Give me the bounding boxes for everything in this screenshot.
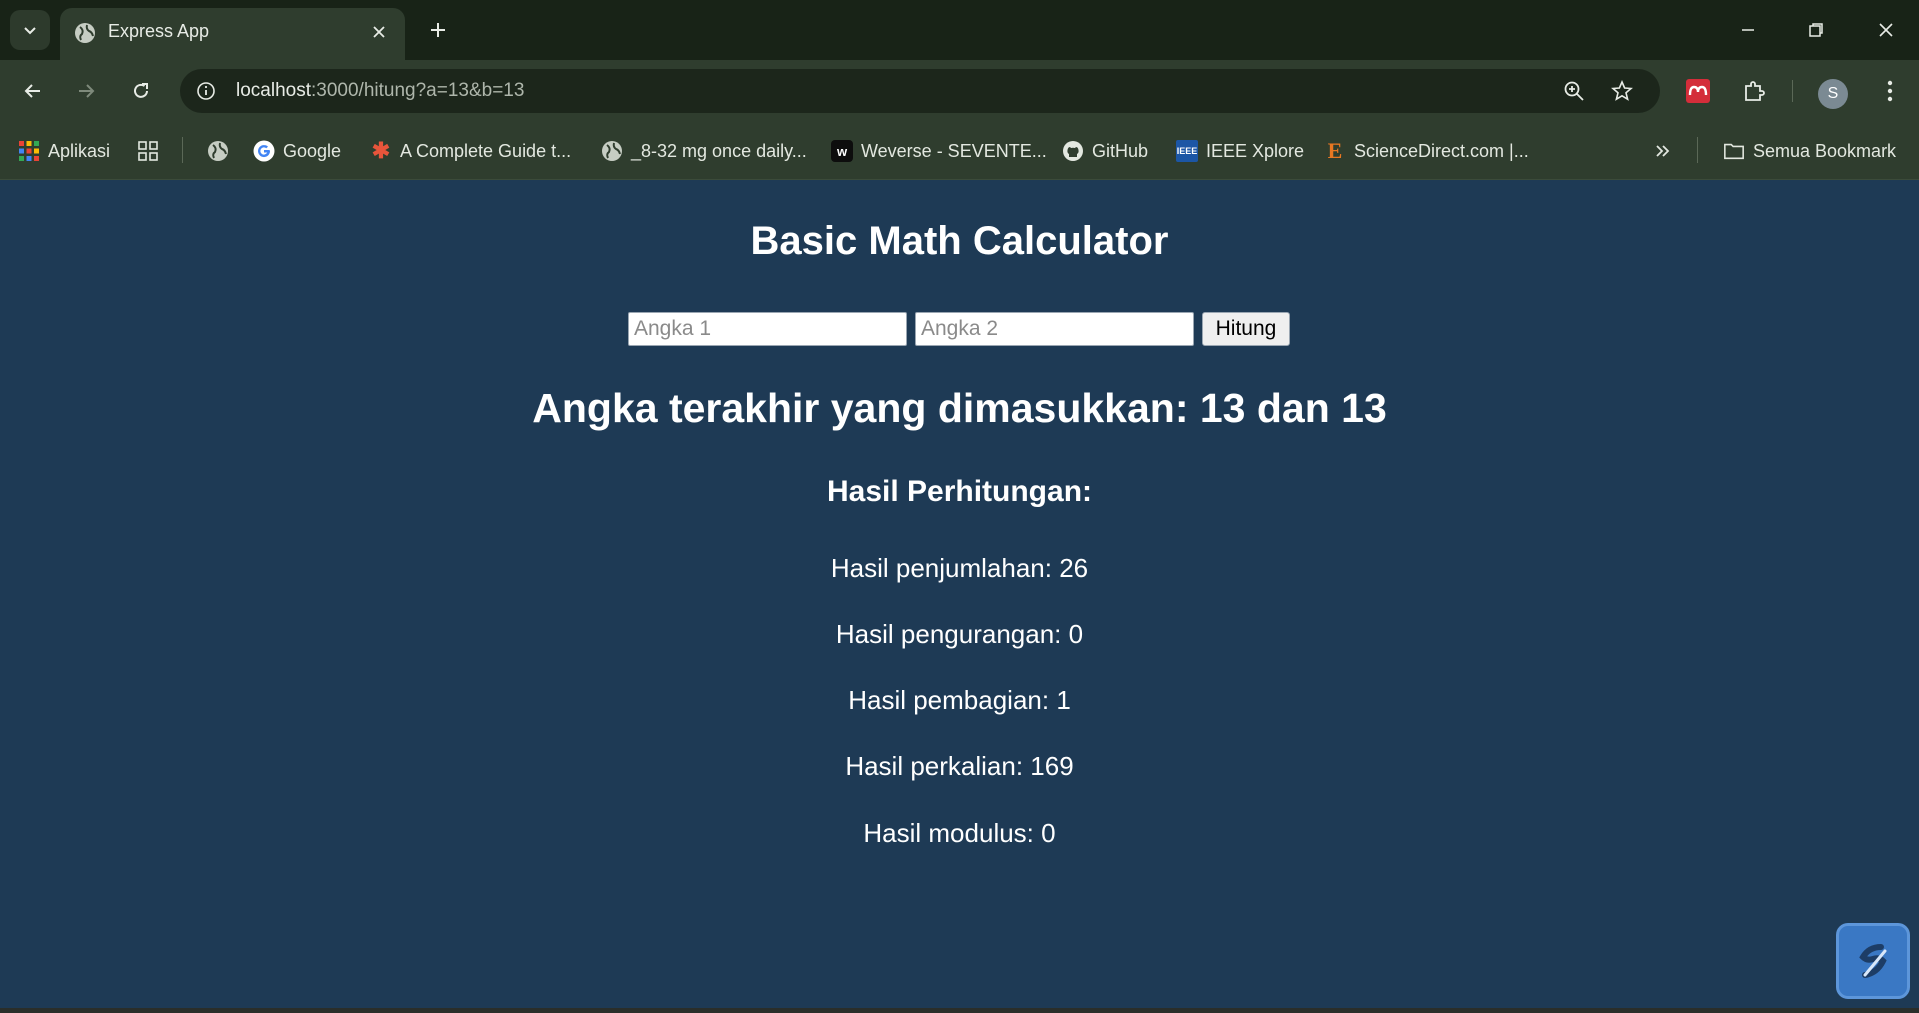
mendeley-icon bbox=[1686, 79, 1710, 103]
tab-search-button[interactable] bbox=[10, 10, 50, 50]
weverse-icon: w bbox=[831, 140, 853, 162]
sciencedirect-icon: E bbox=[1327, 138, 1343, 163]
globe-icon bbox=[207, 140, 229, 162]
tab-title: Express App bbox=[108, 21, 210, 41]
close-icon bbox=[373, 26, 385, 38]
info-icon bbox=[197, 82, 215, 100]
double-chevron-right-icon bbox=[1652, 140, 1674, 162]
tab-strip: Express App bbox=[0, 0, 1919, 60]
bookmark-divider bbox=[1697, 137, 1698, 163]
bookmark-label: A Complete Guide t... bbox=[400, 140, 572, 161]
more-bookmarks-button[interactable] bbox=[1652, 135, 1674, 167]
floating-app-button[interactable] bbox=[1836, 923, 1910, 999]
extensions-button[interactable] bbox=[1736, 73, 1772, 109]
folder-icon bbox=[1723, 140, 1745, 162]
navigation-toolbar: localhost:3000/hitung?a=13&b=13 bbox=[0, 60, 1919, 122]
bookmark-globe[interactable] bbox=[207, 135, 229, 167]
number2-input[interactable] bbox=[915, 312, 1194, 346]
address-bar[interactable]: localhost:3000/hitung?a=13&b=13 bbox=[180, 69, 1660, 113]
mendeley-extension-button[interactable] bbox=[1680, 73, 1716, 109]
results-heading: Hasil Perhitungan: bbox=[826, 475, 1093, 508]
last-entered-heading: Angka terakhir yang dimasukkan: 13 dan 1… bbox=[532, 385, 1387, 431]
apps-grid-icon bbox=[18, 140, 40, 162]
window-bottom-edge bbox=[0, 1008, 1919, 1013]
back-button[interactable] bbox=[15, 73, 51, 109]
number1-input[interactable] bbox=[628, 312, 907, 346]
star-icon bbox=[1611, 80, 1633, 101]
bookmark-apps[interactable]: Aplikasi bbox=[18, 135, 110, 167]
toolbar-divider bbox=[1792, 80, 1793, 102]
bookmark-github[interactable]: GitHub bbox=[1062, 135, 1148, 167]
bookmarks-bar: Aplikasi Google ✱ A Complete Guide t... … bbox=[0, 122, 1919, 180]
globe-icon bbox=[601, 140, 623, 162]
result-subtraction: Hasil pengurangan: 0 bbox=[835, 619, 1084, 649]
minimize-button[interactable] bbox=[1724, 10, 1772, 50]
chrome-menu-button[interactable] bbox=[1872, 73, 1908, 109]
plus-icon bbox=[431, 23, 445, 37]
arrow-left-icon bbox=[24, 84, 40, 98]
bookmark-dosage[interactable]: _8-32 mg once daily... bbox=[601, 135, 807, 167]
url-text: localhost:3000/hitung?a=13&b=13 bbox=[236, 80, 525, 101]
arrow-right-icon bbox=[79, 84, 95, 98]
new-tab-button[interactable] bbox=[422, 14, 454, 46]
profile-avatar[interactable]: S bbox=[1818, 79, 1848, 109]
tab-groups-button[interactable] bbox=[137, 135, 159, 167]
result-division: Hasil pembagian: 1 bbox=[848, 685, 1071, 715]
bookmark-ieee[interactable]: IEEE IEEE Xplore bbox=[1176, 135, 1304, 167]
zoom-in-icon bbox=[1564, 81, 1584, 101]
slash-logo-icon bbox=[1859, 944, 1887, 978]
bookmark-label: Weverse - SEVENTE... bbox=[861, 140, 1047, 161]
puzzle-icon bbox=[1745, 81, 1765, 101]
bookmark-complete-guide[interactable]: ✱ A Complete Guide t... bbox=[370, 135, 571, 167]
bookmark-label: _8-32 mg once daily... bbox=[631, 140, 807, 161]
result-multiplication: Hasil perkalian: 169 bbox=[845, 751, 1074, 781]
forward-button[interactable] bbox=[68, 73, 104, 109]
calculator-form: Hitung bbox=[628, 312, 1290, 346]
google-icon bbox=[253, 140, 275, 162]
bookmark-sciencedirect[interactable]: E ScienceDirect.com |... bbox=[1324, 135, 1529, 167]
bookmark-label: Google bbox=[283, 140, 342, 161]
close-window-button[interactable] bbox=[1862, 10, 1910, 50]
bookmark-weverse[interactable]: w Weverse - SEVENTE... bbox=[831, 135, 1047, 167]
tab-groups-icon bbox=[137, 140, 159, 162]
restore-button[interactable] bbox=[1792, 10, 1840, 50]
reload-icon bbox=[134, 83, 148, 98]
result-addition: Hasil penjumlahan: 26 bbox=[830, 553, 1089, 583]
site-info-button[interactable] bbox=[192, 77, 220, 105]
close-tab-button[interactable] bbox=[365, 18, 393, 46]
ieee-icon: IEEE bbox=[1176, 140, 1198, 162]
zoom-button[interactable] bbox=[1560, 77, 1588, 105]
calculate-button[interactable]: Hitung bbox=[1202, 312, 1290, 346]
bookmark-label: Aplikasi bbox=[48, 140, 111, 161]
page-title: Basic Math Calculator bbox=[750, 219, 1169, 263]
bookmark-divider bbox=[182, 137, 183, 163]
chevron-down-icon bbox=[24, 27, 36, 35]
all-bookmarks-button[interactable]: Semua Bookmark bbox=[1723, 135, 1896, 167]
restore-icon bbox=[1809, 23, 1823, 37]
reload-button[interactable] bbox=[123, 73, 159, 109]
bookmark-label: GitHub bbox=[1092, 140, 1149, 161]
bookmark-google[interactable]: Google bbox=[253, 135, 341, 167]
globe-icon bbox=[75, 23, 95, 43]
bookmark-label: Semua Bookmark bbox=[1753, 140, 1897, 161]
close-icon bbox=[1879, 23, 1893, 37]
github-icon bbox=[1062, 140, 1084, 162]
bookmark-label: IEEE Xplore bbox=[1206, 140, 1305, 161]
minimize-icon bbox=[1742, 29, 1754, 31]
more-vertical-icon bbox=[1887, 80, 1893, 102]
bookmark-label: ScienceDirect.com |... bbox=[1354, 140, 1529, 161]
result-modulus: Hasil modulus: 0 bbox=[863, 818, 1056, 848]
bookmark-star-button[interactable] bbox=[1608, 77, 1636, 105]
asterisk-icon: ✱ bbox=[371, 138, 391, 163]
page-content: Basic Math Calculator Hitung Angka terak… bbox=[0, 181, 1919, 1008]
active-tab[interactable]: Express App bbox=[60, 8, 405, 60]
